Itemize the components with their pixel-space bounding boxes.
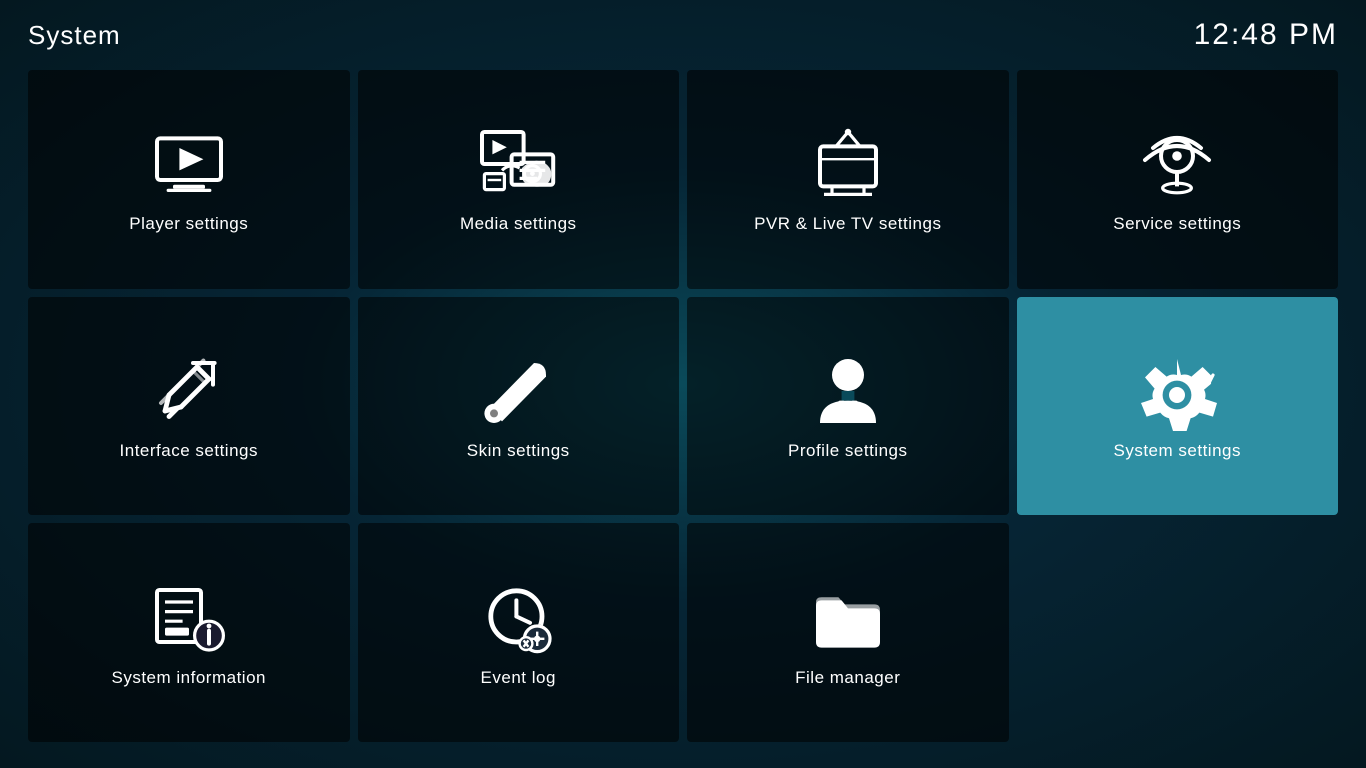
tile-label-player-settings: Player settings — [129, 214, 248, 234]
information-icon — [149, 578, 229, 658]
tile-pvr-settings[interactable]: PVR & Live TV settings — [687, 70, 1009, 289]
tile-label-interface-settings: Interface settings — [120, 441, 258, 461]
tile-file-manager[interactable]: File manager — [687, 523, 1009, 742]
tile-label-file-manager: File manager — [795, 668, 900, 688]
system-icon — [1137, 351, 1217, 431]
media-icon — [478, 124, 558, 204]
profile-icon — [808, 351, 888, 431]
tile-label-skin-settings: Skin settings — [467, 441, 570, 461]
tile-label-service-settings: Service settings — [1113, 214, 1241, 234]
app-title: System — [28, 20, 121, 51]
tile-system-settings[interactable]: System settings — [1017, 297, 1339, 516]
clock: 12:48 PM — [1194, 18, 1338, 52]
header: System 12:48 PM — [0, 0, 1366, 62]
tile-system-information[interactable]: System information — [28, 523, 350, 742]
service-icon — [1137, 124, 1217, 204]
player-icon — [149, 124, 229, 204]
tile-media-settings[interactable]: Media settings — [358, 70, 680, 289]
tile-player-settings[interactable]: Player settings — [28, 70, 350, 289]
skin-icon — [478, 351, 558, 431]
filemanager-icon — [808, 578, 888, 658]
tile-label-media-settings: Media settings — [460, 214, 577, 234]
tile-profile-settings[interactable]: Profile settings — [687, 297, 1009, 516]
empty-slot — [1017, 523, 1339, 742]
tile-service-settings[interactable]: Service settings — [1017, 70, 1339, 289]
tile-label-system-settings: System settings — [1114, 441, 1242, 461]
tile-label-profile-settings: Profile settings — [788, 441, 908, 461]
tile-label-event-log: Event log — [481, 668, 556, 688]
tile-interface-settings[interactable]: Interface settings — [28, 297, 350, 516]
pvr-icon — [808, 124, 888, 204]
eventlog-icon — [478, 578, 558, 658]
tile-event-log[interactable]: Event log — [358, 523, 680, 742]
tile-label-pvr-settings: PVR & Live TV settings — [754, 214, 941, 234]
tile-label-system-information: System information — [112, 668, 267, 688]
interface-icon — [149, 351, 229, 431]
tile-skin-settings[interactable]: Skin settings — [358, 297, 680, 516]
settings-grid: Player settings Media settings — [0, 62, 1366, 762]
